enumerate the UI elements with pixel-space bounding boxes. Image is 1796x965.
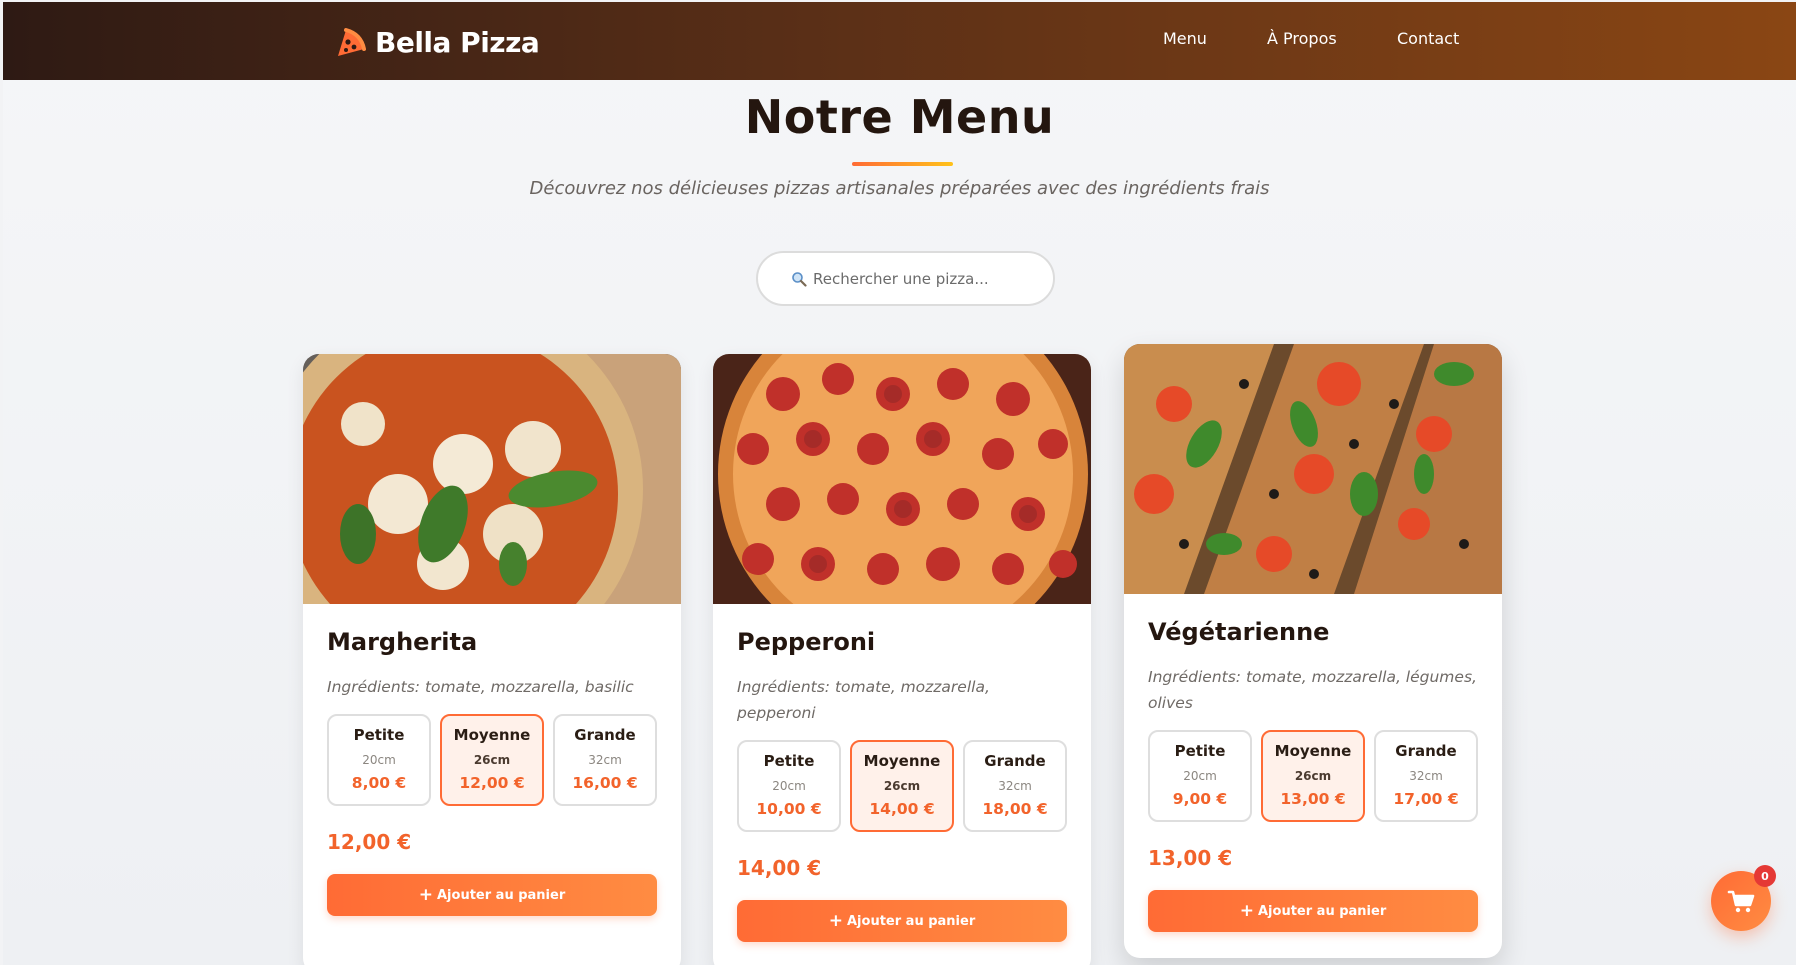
size-label: Moyenne [453, 726, 531, 744]
add-to-cart-label: Ajouter au panier [847, 913, 976, 929]
plus-icon: + [1239, 900, 1254, 921]
size-diameter: 26cm [473, 753, 511, 767]
size-option-small[interactable]: Petite 20cm 10,00 € [737, 740, 841, 832]
plus-icon: + [418, 884, 433, 905]
size-options: Petite 20cm 8,00 € Moyenne 26cm 12,00 € … [327, 714, 657, 806]
pizza-name: Végétarienne [1148, 618, 1330, 646]
size-label: Moyenne [863, 752, 941, 770]
size-diameter: 32cm [1409, 769, 1443, 783]
size-price: 17,00 € [1393, 790, 1459, 808]
title-underline [852, 162, 953, 166]
search-input[interactable] [813, 269, 1033, 288]
size-option-large[interactable]: Grande 32cm 17,00 € [1374, 730, 1478, 822]
size-options: Petite 20cm 9,00 € Moyenne 26cm 13,00 € … [1148, 730, 1478, 822]
brand-logo[interactable]: Bella Pizza [333, 22, 540, 62]
pizza-ingredients: Ingrédients: tomate, mozzarella, peppero… [737, 678, 990, 722]
pizza-card-vegetarienne: Végétarienne Ingrédients: tomate, mozzar… [1124, 344, 1502, 958]
size-label: Grande [574, 726, 636, 744]
size-option-medium[interactable]: Moyenne 26cm 14,00 € [850, 740, 954, 832]
size-diameter: 20cm [772, 779, 806, 793]
pizza-ingredients: Ingrédients: tomate, mozzarella, basilic [327, 678, 634, 696]
add-to-cart-button[interactable]: + Ajouter au panier [1148, 890, 1478, 932]
search-icon [792, 271, 807, 287]
nav-link-contact[interactable]: Contact [1397, 29, 1477, 48]
size-price: 13,00 € [1280, 790, 1346, 808]
size-options: Petite 20cm 10,00 € Moyenne 26cm 14,00 €… [737, 740, 1067, 832]
size-diameter: 32cm [998, 779, 1032, 793]
card-body: Végétarienne Ingrédients: tomate, mozzar… [1124, 594, 1502, 932]
cart-button[interactable]: 0 [1711, 865, 1776, 931]
search-box[interactable] [756, 251, 1055, 306]
size-price: 8,00 € [351, 774, 407, 792]
size-diameter: 26cm [883, 779, 921, 793]
size-price: 9,00 € [1172, 790, 1228, 808]
cart-count-badge: 0 [1754, 865, 1776, 887]
size-diameter: 32cm [588, 753, 622, 767]
size-label: Petite [763, 752, 815, 770]
brand-name: Bella Pizza [375, 25, 540, 59]
size-price: 12,00 € [459, 774, 525, 792]
top-navbar: Bella Pizza Menu À Propos Contact [3, 2, 1796, 80]
add-to-cart-button[interactable]: + Ajouter au panier [737, 900, 1067, 942]
add-to-cart-button[interactable]: + Ajouter au panier [327, 874, 657, 916]
page: Bella Pizza Menu À Propos Contact Notre … [3, 2, 1796, 965]
add-to-cart-label: Ajouter au panier [437, 887, 566, 903]
pizza-photo-margherita [303, 354, 681, 604]
selected-price: 12,00 € [327, 830, 412, 854]
size-price: 14,00 € [869, 800, 935, 818]
size-price: 10,00 € [756, 800, 822, 818]
size-label: Petite [353, 726, 405, 744]
pizza-ingredients: Ingrédients: tomate, mozzarella, légumes… [1148, 668, 1477, 712]
size-price: 18,00 € [982, 800, 1048, 818]
size-option-medium[interactable]: Moyenne 26cm 13,00 € [1261, 730, 1365, 822]
pizza-name: Pepperoni [737, 628, 876, 656]
card-body: Pepperoni Ingrédients: tomate, mozzarell… [713, 604, 1091, 942]
plus-icon: + [828, 910, 843, 931]
size-diameter: 20cm [362, 753, 396, 767]
size-option-medium[interactable]: Moyenne 26cm 12,00 € [440, 714, 544, 806]
size-price: 16,00 € [572, 774, 638, 792]
pizza-photo-vegetarienne [1124, 344, 1502, 594]
pizza-card-margherita: Margherita Ingrédients: tomate, mozzarel… [303, 354, 681, 965]
nav-link-menu[interactable]: Menu [1163, 29, 1267, 48]
pizza-card-pepperoni: Pepperoni Ingrédients: tomate, mozzarell… [713, 354, 1091, 965]
nav-link-about[interactable]: À Propos [1267, 29, 1397, 48]
size-label: Petite [1174, 742, 1226, 760]
size-option-small[interactable]: Petite 20cm 9,00 € [1148, 730, 1252, 822]
size-diameter: 20cm [1183, 769, 1217, 783]
size-label: Moyenne [1274, 742, 1352, 760]
main-nav: Menu À Propos Contact [1163, 29, 1477, 48]
size-diameter: 26cm [1294, 769, 1332, 783]
size-label: Grande [1395, 742, 1457, 760]
add-to-cart-label: Ajouter au panier [1258, 903, 1387, 919]
selected-price: 13,00 € [1148, 846, 1233, 870]
page-subtitle: Découvrez nos délicieuses pizzas artisan… [529, 178, 1270, 199]
size-label: Grande [984, 752, 1046, 770]
size-option-large[interactable]: Grande 32cm 18,00 € [963, 740, 1067, 832]
pizza-photo-pepperoni [713, 354, 1091, 604]
size-option-large[interactable]: Grande 32cm 16,00 € [553, 714, 657, 806]
selected-price: 14,00 € [737, 856, 822, 880]
size-option-small[interactable]: Petite 20cm 8,00 € [327, 714, 431, 806]
pizza-slice-icon [338, 28, 366, 56]
shopping-cart-icon [1727, 890, 1755, 913]
pizza-name: Margherita [327, 628, 478, 656]
page-title: Notre Menu [744, 90, 1055, 144]
card-body: Margherita Ingrédients: tomate, mozzarel… [303, 604, 681, 916]
